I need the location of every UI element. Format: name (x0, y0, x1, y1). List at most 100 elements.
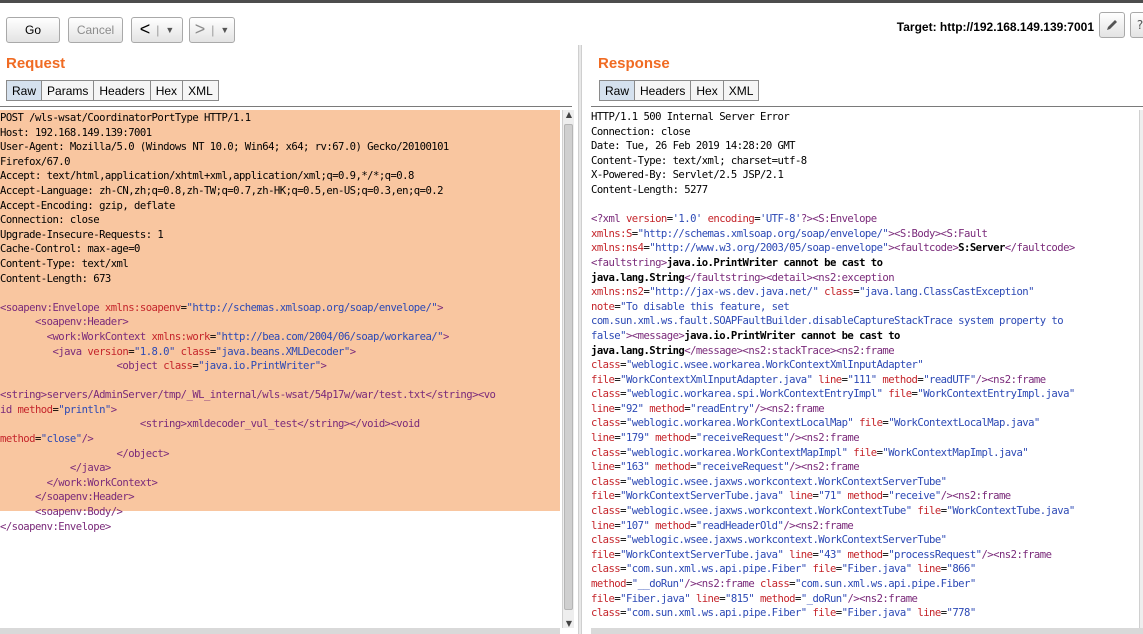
response-line: xmlns:ns4="http://www.w3.org/2003/05/soa… (591, 241, 1139, 256)
code-token: encoding (707, 213, 755, 226)
request-tab-params[interactable]: Params (41, 80, 94, 101)
code-token: method (591, 578, 627, 590)
request-line: </java> (0, 461, 495, 476)
response-tab-hex[interactable]: Hex (690, 80, 723, 101)
forward-button[interactable]: > | ▼ (189, 17, 235, 43)
code-token: /><ns2:frame (940, 490, 1011, 503)
code-token: "http://www.w3.org/2003/05/soap-envelope… (649, 242, 889, 255)
code-token: "WorkContextEntryImpl.java" (917, 388, 1075, 401)
request-line: POST /wls-wsat/CoordinatorPortType HTTP/… (0, 111, 495, 126)
code-token: "179" (620, 432, 650, 445)
back-button[interactable]: < | ▼ (131, 17, 183, 43)
code-token: "processRequest" (888, 548, 982, 561)
response-line: Date: Tue, 26 Feb 2019 14:28:20 GMT (591, 139, 1139, 154)
code-token: class (591, 563, 621, 576)
code-token: <string> (0, 389, 47, 402)
split-pane-divider[interactable] (578, 45, 582, 634)
request-scroll-thumb[interactable] (564, 124, 573, 610)
request-line: id method="println"> (0, 403, 495, 418)
code-token: line (818, 373, 842, 386)
pencil-icon (1107, 20, 1117, 30)
forward-arrow-icon: > (194, 19, 206, 39)
code-token: "http://schemas.xmlsoap.org/soap/envelop… (186, 301, 438, 314)
response-line (591, 198, 1139, 213)
code-token: /><ns2:frame (847, 592, 918, 605)
code-token: </work:WorkContext> (0, 476, 158, 489)
request-line: Accept-Encoding: gzip, deflate (0, 199, 495, 214)
code-token: line (789, 548, 813, 561)
request-line: Cache-Control: max-age=0 (0, 242, 495, 257)
response-tab-xml[interactable]: XML (722, 80, 760, 101)
code-token: "com.sun.xml.ws.api.pipe.Fiber" (625, 607, 807, 620)
code-token: "java.beans.XMLDecoder" (215, 345, 351, 358)
response-line: X-Powered-By: Servlet/2.5 JSP/2.1 (591, 168, 1139, 183)
code-token: Content-Length: 5277 (591, 183, 708, 196)
request-scrollbar[interactable]: ▲ ▼ (562, 110, 574, 628)
request-line: Accept: text/html,application/xhtml+xml,… (0, 169, 495, 184)
request-line: Content-Type: text/xml (0, 257, 495, 272)
code-token: '1.0' (672, 213, 703, 226)
code-token: "WorkContextMapImpl.java" (882, 446, 1029, 459)
code-token: line (695, 592, 720, 605)
chevron-down-icon[interactable]: ▼ (165, 25, 174, 35)
edit-target-button[interactable] (1099, 12, 1125, 38)
code-token: file (812, 607, 836, 620)
response-line: xmlns:ns2="http://jax-ws.dev.java.net/" … (591, 285, 1139, 300)
request-tab-headers[interactable]: Headers (93, 80, 150, 101)
request-search-bar[interactable] (0, 628, 560, 634)
request-text[interactable]: POST /wls-wsat/CoordinatorPortType HTTP/… (0, 111, 496, 534)
request-editor-border (0, 106, 572, 107)
code-token: Upgrade-Insecure-Requests: 1 (0, 228, 164, 241)
request-editor[interactable]: POST /wls-wsat/CoordinatorPortType HTTP/… (0, 110, 560, 620)
response-scrollbar[interactable] (1139, 110, 1143, 628)
response-search-bar[interactable] (591, 628, 1143, 634)
scroll-up-icon[interactable]: ▲ (563, 110, 575, 119)
response-text[interactable]: HTTP/1.1 500 Internal Server Error Connec… (591, 110, 1139, 620)
code-token: line (591, 461, 615, 474)
response-tab-raw[interactable]: Raw (599, 80, 635, 101)
code-token: "Fiber.java" (841, 563, 912, 576)
scroll-down-icon[interactable]: ▼ (563, 619, 575, 628)
request-tab-hex[interactable]: Hex (149, 80, 183, 101)
code-token: /><ns2:frame (684, 578, 761, 590)
help-icon: ? (1136, 18, 1143, 32)
request-line: Upgrade-Insecure-Requests: 1 (0, 228, 495, 243)
response-line: class="com.sun.xml.ws.api.pipe.Fiber" fi… (591, 606, 1139, 620)
request-tab-xml[interactable]: XML (182, 80, 219, 101)
response-editor-border (591, 106, 1143, 107)
code-token: version (87, 345, 129, 358)
code-token: "close" (40, 433, 82, 446)
chevron-down-icon[interactable]: ▼ (220, 25, 229, 35)
request-line: <soapenv:Envelope xmlns:soapenv="http://… (0, 301, 495, 316)
response-line: class="weblogic.wsee.jaxws.workcontext.W… (591, 475, 1139, 490)
code-token: > (110, 403, 117, 416)
response-line: false"><message>java.io.PrintWriter cann… (591, 329, 1139, 344)
code-token: java.lang.String (591, 344, 685, 357)
code-token: file (591, 373, 615, 386)
response-line: class="com.sun.xml.ws.api.pipe.Fiber" fi… (591, 562, 1139, 577)
request-tab-raw[interactable]: Raw (6, 80, 42, 101)
go-button[interactable]: Go (6, 17, 60, 43)
code-token: "815" (725, 592, 755, 605)
help-button[interactable]: ? (1130, 12, 1143, 38)
code-token: method (655, 461, 691, 474)
code-token: </soapenv:Envelope> (0, 520, 111, 533)
code-token: User-Agent: Mozilla/5.0 (Windows NT 10.0… (0, 141, 449, 154)
code-token: </faultcode> (1004, 242, 1075, 255)
code-token: "778" (946, 607, 977, 620)
response-line: method="__doRun"/><ns2:frame class="com.… (591, 577, 1139, 592)
response-tab-headers[interactable]: Headers (634, 80, 691, 101)
request-line: Firefox/67.0 (0, 155, 495, 170)
code-token: line (917, 563, 941, 576)
code-token: class (163, 360, 193, 373)
code-token: "weblogic.wsee.jaxws.workcontext.WorkCon… (625, 534, 947, 547)
response-line: <?xml version='1.0' encoding='UTF-8'?><S… (591, 212, 1139, 227)
code-token: version (625, 213, 667, 226)
target-label: Target: http://192.168.149.139:7001 (896, 20, 1094, 34)
code-token: > (320, 360, 327, 373)
code-token: Host: 192.168.149.139:7001 (0, 126, 152, 139)
cancel-button[interactable]: Cancel (68, 17, 123, 43)
code-token: "receiveRequest" (695, 432, 790, 445)
code-token: method (649, 402, 685, 415)
separator: | (156, 23, 160, 37)
